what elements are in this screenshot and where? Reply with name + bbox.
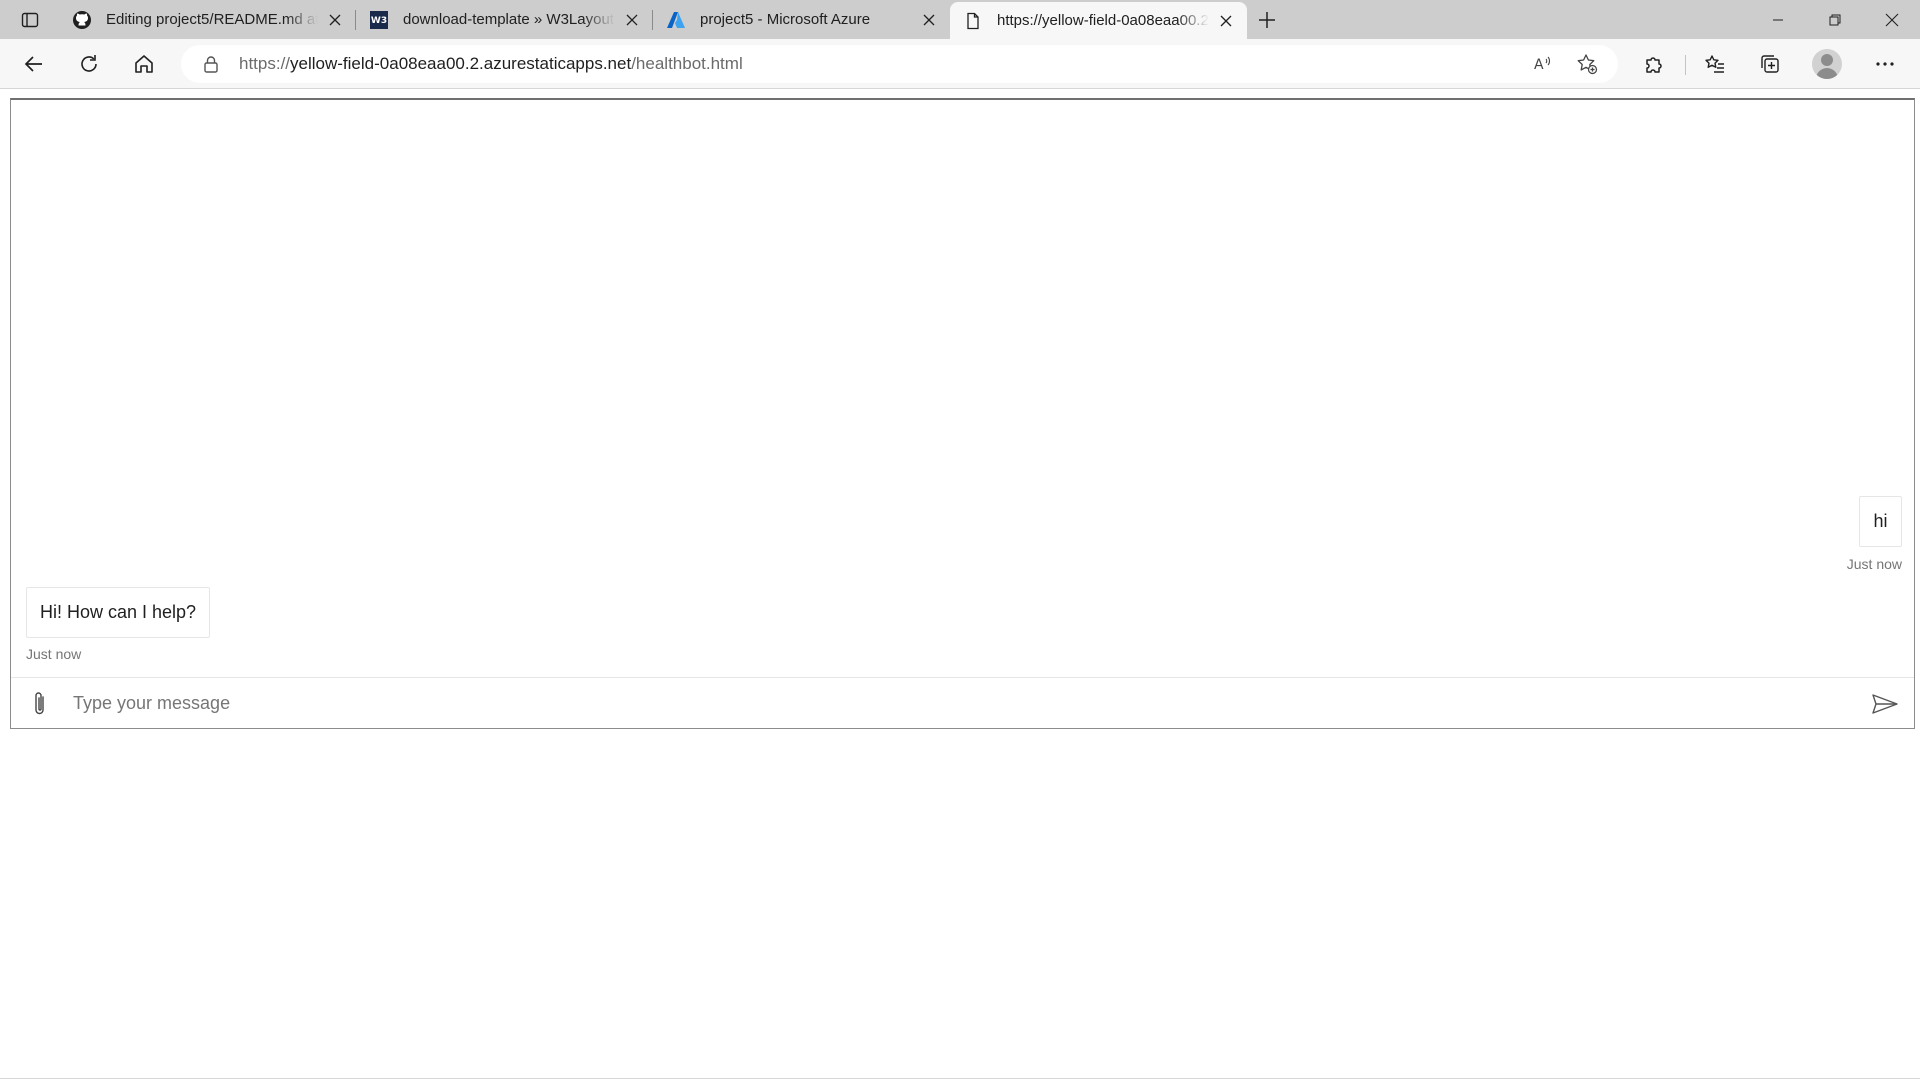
- tab-healthbot[interactable]: https://yellow-field-0a08eaa00.2: [950, 2, 1247, 39]
- toolbar-divider: [1685, 55, 1686, 75]
- tab-w3layouts[interactable]: W3 download-template » W3Layouts: [356, 0, 653, 39]
- w3layouts-icon: W3: [369, 10, 389, 30]
- back-button[interactable]: [17, 48, 51, 80]
- plus-icon: [1259, 11, 1275, 28]
- puzzle-icon: [1646, 57, 1662, 73]
- send-box: [11, 677, 1914, 729]
- azure-icon: [666, 10, 686, 30]
- message-timestamp: Just now: [26, 646, 82, 662]
- settings-more-button[interactable]: [1868, 48, 1902, 80]
- restore-button[interactable]: [1806, 0, 1863, 39]
- home-button[interactable]: [127, 48, 161, 80]
- avatar-head: [1821, 54, 1833, 66]
- close-tab-icon[interactable]: [621, 9, 643, 31]
- url-host: yellow-field-0a08eaa00.2.azurestaticapps…: [290, 54, 632, 73]
- arrow-left-icon: [24, 56, 42, 72]
- profile-avatar[interactable]: [1812, 49, 1842, 79]
- refresh-icon: [81, 55, 97, 72]
- tab-title: download-template » W3Layouts: [403, 11, 615, 28]
- add-favorite-icon[interactable]: [1571, 48, 1603, 80]
- browser-toolbar: https://yellow-field-0a08eaa00.2.azurest…: [0, 39, 1920, 89]
- refresh-button[interactable]: [72, 48, 106, 80]
- favorites-button[interactable]: [1698, 48, 1732, 80]
- minimize-icon: [1772, 19, 1783, 20]
- tab-actions-icon: [21, 12, 39, 28]
- avatar-body: [1816, 68, 1838, 79]
- close-tab-icon[interactable]: [324, 9, 346, 31]
- tab-list: Editing project5/README.md at W3 downloa…: [59, 0, 1287, 39]
- restore-icon: [1829, 14, 1840, 25]
- message-timestamp: Just now: [1846, 556, 1902, 572]
- github-icon: [72, 10, 92, 30]
- tab-title: Editing project5/README.md at: [106, 11, 318, 28]
- user-message: hi: [1859, 496, 1902, 547]
- svg-text:A: A: [1534, 57, 1544, 73]
- message-input[interactable]: [73, 683, 1868, 724]
- close-icon: [1885, 13, 1898, 26]
- url-scheme: https://: [239, 54, 291, 73]
- collections-icon: [1761, 55, 1779, 73]
- read-aloud-icon[interactable]: A: [1527, 48, 1559, 80]
- url-text[interactable]: https://yellow-field-0a08eaa00.2.azurest…: [239, 54, 743, 74]
- page-bottom-border: [0, 1078, 1920, 1079]
- favorites-list-icon: [1705, 55, 1724, 73]
- url-path: /healthbot.html: [631, 54, 743, 73]
- home-icon: [135, 55, 153, 73]
- send-button[interactable]: [1868, 687, 1902, 721]
- paperclip-icon: [35, 691, 44, 714]
- webchat-container: hi Just now Hi! How can I help? Just now: [10, 98, 1915, 729]
- ellipsis-icon: [1876, 62, 1894, 66]
- page-icon: [963, 11, 983, 31]
- minimize-button[interactable]: [1749, 0, 1806, 39]
- collections-button[interactable]: [1753, 48, 1787, 80]
- svg-text:W3: W3: [371, 16, 387, 26]
- window-controls: [1749, 0, 1920, 39]
- tab-actions-button[interactable]: [14, 7, 46, 33]
- close-window-button[interactable]: [1863, 0, 1920, 39]
- tab-azure[interactable]: project5 - Microsoft Azure: [653, 0, 950, 39]
- close-tab-icon[interactable]: [1215, 10, 1237, 32]
- send-icon: [1872, 693, 1898, 714]
- tab-title: https://yellow-field-0a08eaa00.2: [997, 12, 1209, 29]
- bot-message: Hi! How can I help?: [26, 587, 210, 638]
- address-bar[interactable]: https://yellow-field-0a08eaa00.2.azurest…: [181, 45, 1618, 83]
- close-tab-icon[interactable]: [918, 9, 940, 31]
- tab-strip: Editing project5/README.md at W3 downloa…: [0, 0, 1920, 39]
- tab-title: project5 - Microsoft Azure: [700, 11, 871, 28]
- tab-github[interactable]: Editing project5/README.md at: [59, 0, 356, 39]
- new-tab-button[interactable]: [1247, 0, 1287, 39]
- extensions-button[interactable]: [1637, 48, 1671, 80]
- lock-icon[interactable]: [201, 54, 221, 74]
- chat-transcript[interactable]: hi Just now Hi! How can I help? Just now: [11, 100, 1914, 677]
- attach-button[interactable]: [25, 689, 55, 719]
